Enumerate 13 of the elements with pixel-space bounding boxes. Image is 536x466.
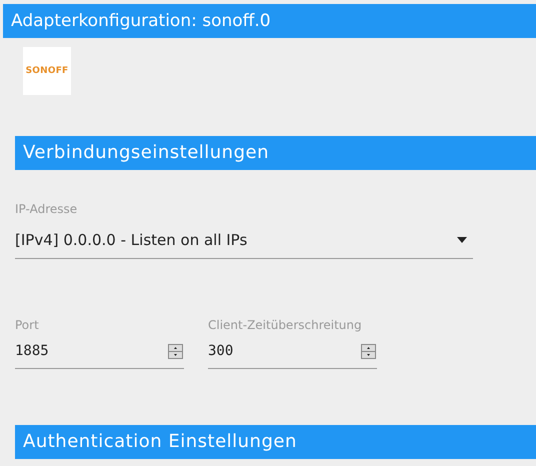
logo-icon: SONOFF bbox=[23, 47, 71, 95]
spinner-icon[interactable] bbox=[361, 344, 376, 358]
field-label: IP-Adresse bbox=[15, 202, 78, 216]
section-header: Authentication Einstellungen bbox=[15, 425, 536, 459]
field-label: Client-Zeitüberschreitung bbox=[208, 318, 363, 332]
number-field[interactable]: 300 bbox=[208, 334, 377, 369]
caret-icon bbox=[457, 237, 467, 243]
window-title: Adapterkonfiguration: sonoff.0 bbox=[3, 4, 536, 38]
field-label: Port bbox=[15, 318, 40, 332]
ip-address-select[interactable]: [IPv4] 0.0.0.0 - Listen on all IPs bbox=[15, 222, 473, 259]
spinner-icon[interactable] bbox=[168, 344, 183, 358]
section-header: Verbindungseinstellungen bbox=[15, 136, 536, 170]
number-field[interactable]: 1885 bbox=[15, 334, 184, 369]
